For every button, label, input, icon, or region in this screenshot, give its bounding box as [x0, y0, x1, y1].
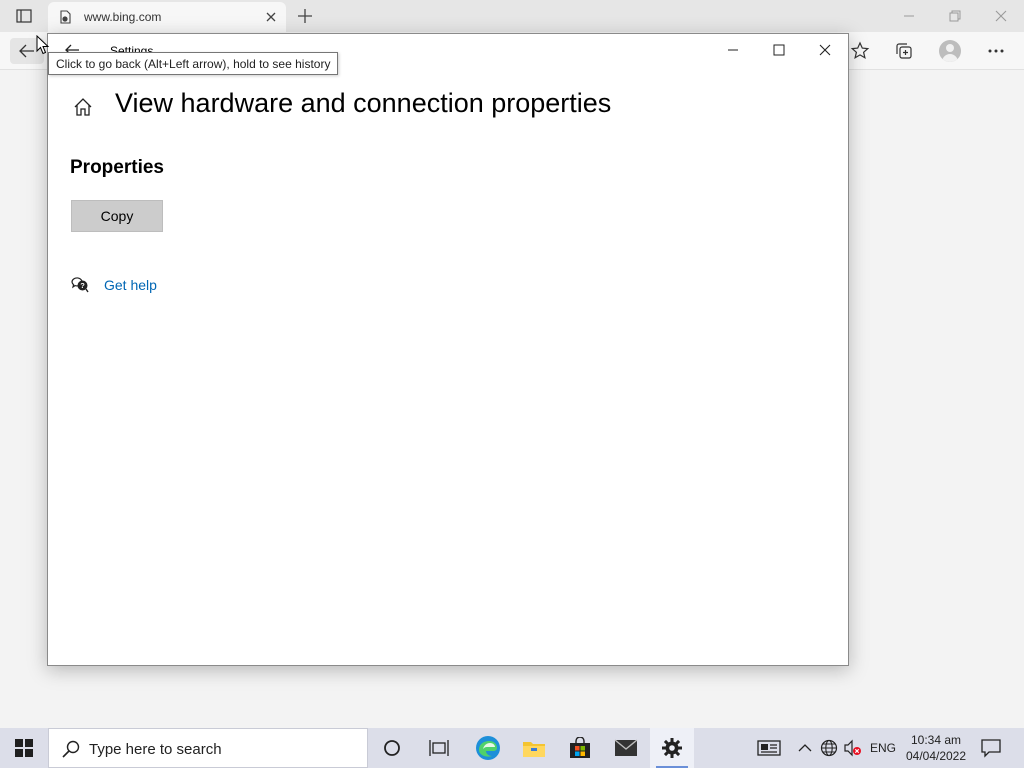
cortana-button[interactable] [370, 728, 414, 768]
tab-title: www.bing.com [84, 10, 162, 24]
news-icon [757, 740, 781, 756]
taskbar-edge-button[interactable] [466, 728, 510, 768]
browser-tab[interactable]: www.bing.com [48, 2, 286, 32]
network-globe-icon [820, 739, 838, 757]
tab-actions-icon [16, 9, 32, 23]
mouse-cursor-icon [36, 35, 50, 55]
taskbar-file-explorer-button[interactable] [512, 728, 556, 768]
home-icon[interactable] [72, 96, 94, 118]
page-favicon-icon [60, 10, 71, 24]
taskbar-clock[interactable]: 10:34 am 04/04/2022 [900, 732, 972, 764]
cortana-icon [384, 740, 400, 756]
maximize-icon [773, 44, 785, 56]
news-widget-button[interactable] [757, 738, 781, 758]
taskbar-search-box[interactable]: Type here to search [48, 728, 368, 768]
microsoft-store-icon [570, 737, 590, 758]
back-arrow-icon [19, 44, 34, 58]
close-icon [819, 44, 831, 56]
search-icon [62, 740, 80, 758]
edge-browser-icon [476, 736, 500, 760]
network-status-button[interactable] [819, 738, 839, 758]
gear-icon [662, 738, 682, 758]
volume-button[interactable] [843, 738, 863, 758]
search-placeholder: Type here to search [89, 741, 222, 758]
taskbar-settings-button[interactable] [650, 728, 694, 768]
page-title: View hardware and connection properties [115, 88, 612, 118]
tab-actions-button[interactable] [6, 4, 42, 28]
minimize-icon [728, 49, 738, 51]
taskbar-store-button[interactable] [558, 728, 602, 768]
section-title-properties: Properties [70, 157, 164, 178]
clock-time: 10:34 am [910, 733, 962, 747]
chevron-up-icon [798, 744, 812, 752]
favorites-star-icon [850, 41, 870, 60]
settings-maximize-button[interactable] [768, 40, 790, 60]
favorites-button[interactable] [849, 40, 871, 62]
mail-icon [614, 739, 638, 756]
back-button-tooltip: Click to go back (Alt+Left arrow), hold … [48, 52, 339, 75]
tab-close-icon[interactable] [264, 10, 278, 24]
edge-close-icon[interactable] [991, 6, 1011, 26]
windows-logo-icon [15, 739, 33, 757]
show-hidden-icons-button[interactable] [795, 738, 815, 758]
settings-and-more-button[interactable] [985, 40, 1007, 62]
get-help-icon: ? [71, 277, 89, 293]
file-explorer-folder-icon [523, 742, 545, 757]
copy-button[interactable]: Copy [71, 200, 163, 232]
notification-center-icon[interactable] [980, 738, 1002, 758]
new-tab-icon[interactable] [295, 6, 315, 26]
taskbar: Type here to search ENG 10:34 am 04/04/2… [0, 728, 1024, 768]
profile-avatar[interactable] [939, 40, 961, 62]
task-view-icon [429, 740, 449, 756]
svg-text:?: ? [80, 281, 85, 290]
task-view-button[interactable] [417, 728, 461, 768]
settings-window: Settings View hardware and connection pr… [47, 33, 849, 666]
more-dots-icon [988, 49, 1004, 53]
settings-close-button[interactable] [814, 40, 836, 60]
settings-minimize-button[interactable] [722, 40, 744, 60]
edge-tab-bar: www.bing.com [0, 0, 1024, 32]
collections-icon [896, 43, 912, 59]
input-language-indicator[interactable]: ENG [870, 741, 896, 755]
start-button[interactable] [0, 728, 48, 768]
edge-restore-icon[interactable] [945, 6, 965, 26]
collections-button[interactable] [893, 40, 915, 62]
taskbar-mail-button[interactable] [604, 728, 648, 768]
edge-minimize-icon[interactable] [899, 6, 919, 26]
clock-date: 04/04/2022 [905, 749, 967, 763]
volume-muted-icon [844, 739, 861, 757]
get-help-link[interactable]: Get help [104, 277, 157, 293]
